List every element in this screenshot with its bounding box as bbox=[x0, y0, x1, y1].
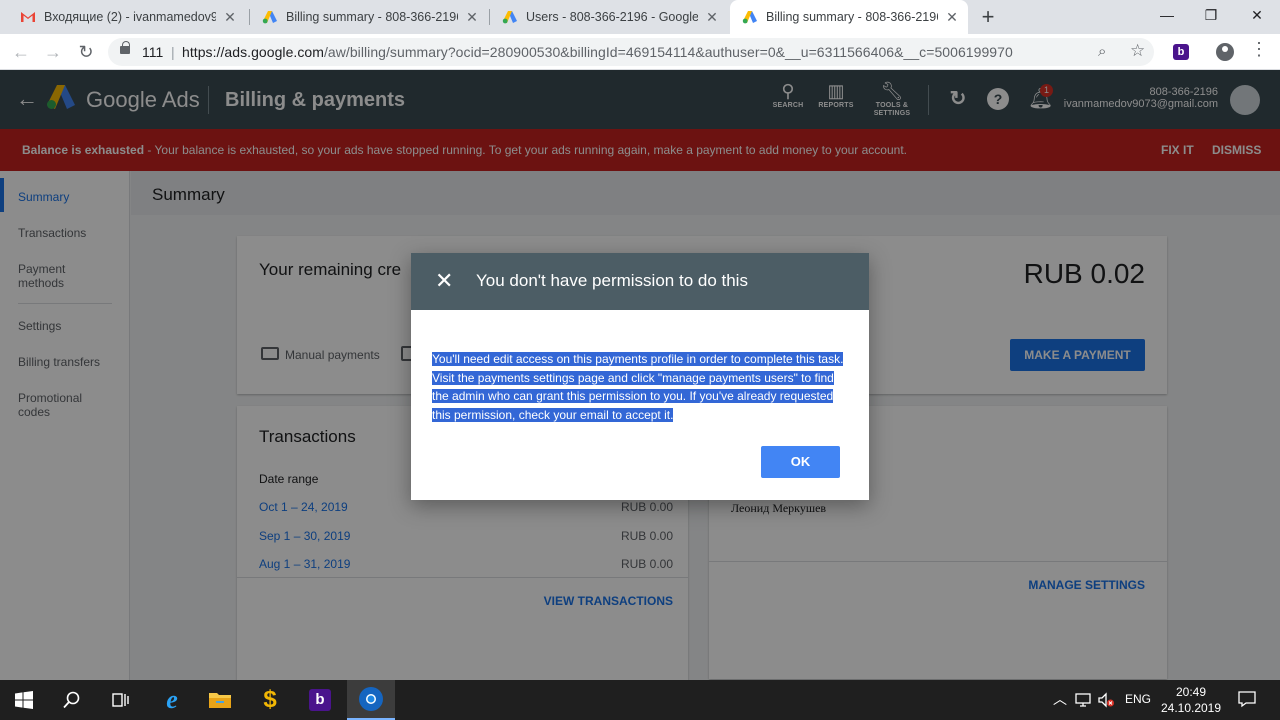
close-tab-icon[interactable]: ✕ bbox=[222, 9, 238, 25]
google-ads-icon bbox=[742, 9, 758, 25]
tab-billing-summary-1[interactable]: Billing summary - 808-366-2196 ✕ bbox=[250, 0, 488, 34]
ok-button[interactable]: OK bbox=[761, 446, 840, 478]
clock-date: 24.10.2019 bbox=[1160, 701, 1222, 715]
tray-expand-icon[interactable]: ︿ bbox=[1053, 689, 1067, 709]
dialog-message: You'll need edit access on this payments… bbox=[432, 352, 844, 422]
profile-icon[interactable] bbox=[1216, 43, 1234, 61]
close-tab-icon[interactable]: ✕ bbox=[944, 9, 960, 25]
new-tab-button[interactable]: + bbox=[978, 4, 998, 30]
volume-muted-icon[interactable] bbox=[1097, 692, 1115, 711]
google-ads-icon bbox=[262, 9, 278, 25]
window-close-button[interactable]: ✕ bbox=[1234, 0, 1280, 30]
dollar-app-icon[interactable]: $ bbox=[246, 680, 294, 720]
tab-gmail[interactable]: Входящие (2) - ivanmamedov9073 ✕ bbox=[8, 0, 246, 34]
taskbar-search-icon[interactable] bbox=[48, 680, 96, 720]
url-host: https://ads.google.com bbox=[182, 44, 324, 60]
tab-count-badge: 111 bbox=[142, 44, 164, 60]
close-tab-icon[interactable]: ✕ bbox=[704, 9, 720, 25]
back-button[interactable]: ← bbox=[8, 39, 34, 65]
file-explorer-icon[interactable] bbox=[196, 680, 244, 720]
tab-users[interactable]: Users - 808-366-2196 - Google Ads ✕ bbox=[490, 0, 728, 34]
url-text[interactable]: https://ads.google.com/aw/billing/summar… bbox=[182, 44, 1013, 60]
url-path: /aw/billing/summary?ocid=280900530&billi… bbox=[323, 44, 1013, 60]
zoom-icon[interactable]: ⌕ bbox=[1098, 43, 1106, 60]
dialog-header: ✕ You don't have permission to do this bbox=[411, 253, 869, 310]
browser-menu-icon[interactable]: ⋮ bbox=[1250, 39, 1268, 60]
minimize-button[interactable]: — bbox=[1144, 0, 1190, 30]
notifications-center-icon[interactable] bbox=[1238, 690, 1256, 711]
dialog-title: You don't have permission to do this bbox=[476, 271, 748, 290]
browser-toolbar: ← → ↻ 111 | https://ads.google.com/aw/bi… bbox=[0, 34, 1280, 70]
close-icon[interactable]: ✕ bbox=[435, 267, 453, 295]
bookmark-star-icon[interactable]: ☆ bbox=[1130, 41, 1145, 61]
windows-taskbar: e $ b ︿ ENG 20:49 24.10.2019 bbox=[0, 680, 1280, 720]
close-tab-icon[interactable]: ✕ bbox=[464, 9, 480, 25]
gmail-icon bbox=[20, 9, 36, 25]
language-indicator[interactable]: ENG bbox=[1125, 692, 1151, 706]
tab-title: Billing summary - 808-366-2196 bbox=[766, 10, 938, 24]
windows-logo-icon bbox=[15, 691, 33, 709]
tab-billing-summary-active[interactable]: Billing summary - 808-366-2196 ✕ bbox=[730, 0, 968, 34]
purple-app-icon[interactable]: b bbox=[296, 680, 344, 720]
chrome-taskbar-icon[interactable] bbox=[347, 680, 395, 720]
start-button[interactable] bbox=[0, 680, 48, 720]
browser-tab-strip: Входящие (2) - ivanmamedov9073 ✕ Billing… bbox=[0, 0, 1280, 34]
network-icon[interactable] bbox=[1074, 692, 1092, 711]
reload-button[interactable]: ↻ bbox=[73, 39, 99, 65]
dialog-body: You'll need edit access on this payments… bbox=[432, 350, 848, 424]
tab-title: Billing summary - 808-366-2196 bbox=[286, 10, 458, 24]
google-ads-icon bbox=[502, 9, 518, 25]
tab-title: Users - 808-366-2196 - Google Ads bbox=[526, 10, 698, 24]
task-view-icon[interactable] bbox=[96, 680, 144, 720]
internet-explorer-icon[interactable]: e bbox=[148, 680, 196, 720]
system-clock[interactable]: 20:49 24.10.2019 bbox=[1160, 684, 1222, 716]
restore-button[interactable]: ❐ bbox=[1188, 0, 1234, 30]
forward-button[interactable]: → bbox=[40, 39, 66, 65]
permission-dialog: ✕ You don't have permission to do this Y… bbox=[411, 253, 869, 500]
lock-icon bbox=[120, 41, 130, 54]
omnibox-separator: | bbox=[171, 44, 175, 60]
clock-time: 20:49 bbox=[1175, 685, 1207, 699]
address-bar[interactable]: 111 | https://ads.google.com/aw/billing/… bbox=[108, 38, 1154, 66]
tab-title: Входящие (2) - ivanmamedov9073 bbox=[44, 10, 216, 24]
extension-icon[interactable]: b bbox=[1173, 44, 1189, 60]
